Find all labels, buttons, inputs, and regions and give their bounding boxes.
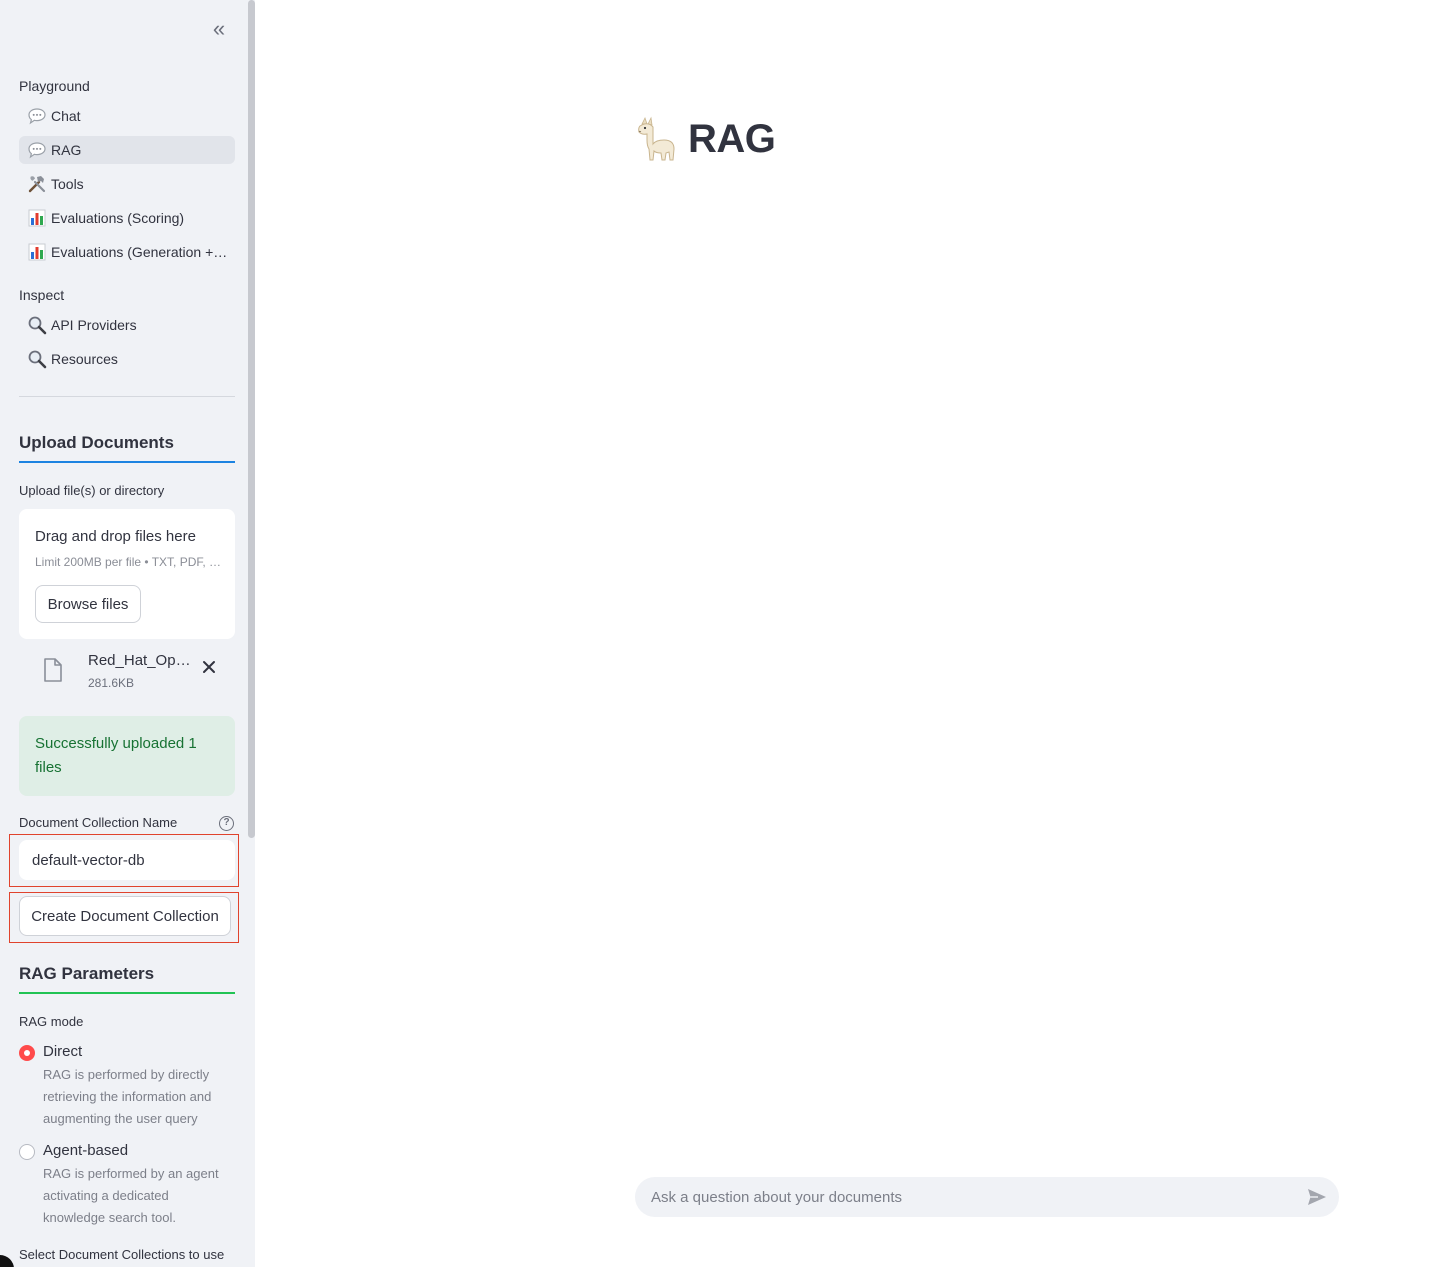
sidebar-item-evaluations-scoring[interactable]: Evaluations (Scoring) bbox=[19, 204, 235, 232]
radio-direct-description: RAG is performed by directly retrieving … bbox=[43, 1067, 212, 1126]
upload-success-alert: Successfully uploaded 1 files bbox=[19, 716, 235, 796]
sidebar-item-label: Resources bbox=[51, 351, 118, 367]
sidebar-item-label: Tools bbox=[51, 176, 84, 192]
dropzone-limit: Limit 200MB per file • TXT, PDF, DOC, DO… bbox=[35, 555, 225, 569]
llama-icon bbox=[636, 116, 678, 162]
radio-agent-based-label[interactable]: Agent-based bbox=[43, 1142, 128, 1159]
upload-label: Upload file(s) or directory bbox=[19, 483, 165, 498]
file-dropzone[interactable]: Drag and drop files here Limit 200MB per… bbox=[19, 509, 235, 639]
speech-bubble-icon bbox=[27, 106, 47, 126]
sidebar-item-resources[interactable]: Resources bbox=[19, 345, 235, 373]
upload-section-underline bbox=[19, 461, 235, 463]
rag-params-title: RAG Parameters bbox=[19, 964, 155, 983]
chat-input-container[interactable] bbox=[635, 1177, 1339, 1217]
page-title: RAG bbox=[636, 116, 776, 162]
upload-section-title: Upload Documents bbox=[19, 433, 174, 452]
highlight-outline-button bbox=[9, 892, 239, 943]
sidebar: « Playground Chat RAG Tools Evaluations bbox=[0, 0, 255, 1267]
sidebar-item-label: Chat bbox=[51, 108, 81, 124]
sidebar-item-rag[interactable]: RAG bbox=[19, 136, 235, 164]
rag-params-underline bbox=[19, 992, 235, 994]
bar-chart-icon bbox=[27, 208, 47, 228]
bar-chart-icon bbox=[27, 242, 47, 262]
help-icon[interactable]: ? bbox=[219, 816, 234, 831]
highlight-outline-input bbox=[9, 834, 239, 887]
sidebar-item-label: Evaluations (Generation + Scoring) bbox=[51, 244, 229, 260]
send-icon[interactable] bbox=[1307, 1188, 1327, 1206]
remove-file-icon[interactable] bbox=[200, 658, 218, 676]
sidebar-item-label: API Providers bbox=[51, 317, 137, 333]
radio-agent-based-description: RAG is performed by an agent activating … bbox=[43, 1166, 219, 1225]
sidebar-item-tools[interactable]: Tools bbox=[19, 170, 235, 198]
sidebar-item-evaluations-generation[interactable]: Evaluations (Generation + Scoring) bbox=[19, 238, 235, 266]
file-icon bbox=[43, 657, 63, 683]
radio-direct-label[interactable]: Direct bbox=[43, 1043, 82, 1060]
collapse-sidebar-icon[interactable]: « bbox=[208, 18, 230, 42]
uploaded-file-item: Red_Hat_OpenShift_AI.pdf 281.6KB bbox=[19, 648, 235, 698]
page-title-text: RAG bbox=[688, 116, 776, 161]
rag-mode-label: RAG mode bbox=[19, 1014, 84, 1029]
sidebar-item-label: Evaluations (Scoring) bbox=[51, 210, 185, 226]
chat-input[interactable] bbox=[651, 1177, 1291, 1217]
sidebar-item-chat[interactable]: Chat bbox=[19, 102, 235, 130]
radio-agent-based[interactable] bbox=[19, 1144, 35, 1160]
sidebar-divider bbox=[19, 396, 235, 397]
sidebar-item-label: RAG bbox=[51, 142, 82, 158]
nav-section-playground: Playground bbox=[19, 78, 90, 94]
select-collections-label: Select Document Collections to use bbox=[19, 1247, 225, 1262]
sidebar-scrollbar[interactable] bbox=[248, 0, 255, 838]
speech-bubble-icon bbox=[27, 140, 47, 160]
nav-section-inspect: Inspect bbox=[19, 287, 65, 303]
app-root: « Playground Chat RAG Tools Evaluations bbox=[0, 0, 1451, 1267]
magnifier-icon bbox=[27, 315, 47, 335]
radio-direct[interactable] bbox=[19, 1045, 35, 1061]
magnifier-icon bbox=[27, 349, 47, 369]
browse-files-button[interactable]: Browse files bbox=[35, 585, 141, 623]
hammer-wrench-icon bbox=[27, 174, 47, 194]
sidebar-item-api-providers[interactable]: API Providers bbox=[19, 311, 235, 339]
file-name: Red_Hat_OpenShift_AI.pdf bbox=[88, 652, 198, 669]
corner-decoration bbox=[0, 1255, 14, 1267]
file-size: 281.6KB bbox=[88, 676, 135, 690]
collection-name-label: Document Collection Name bbox=[19, 815, 178, 830]
dropzone-title: Drag and drop files here bbox=[35, 528, 196, 545]
